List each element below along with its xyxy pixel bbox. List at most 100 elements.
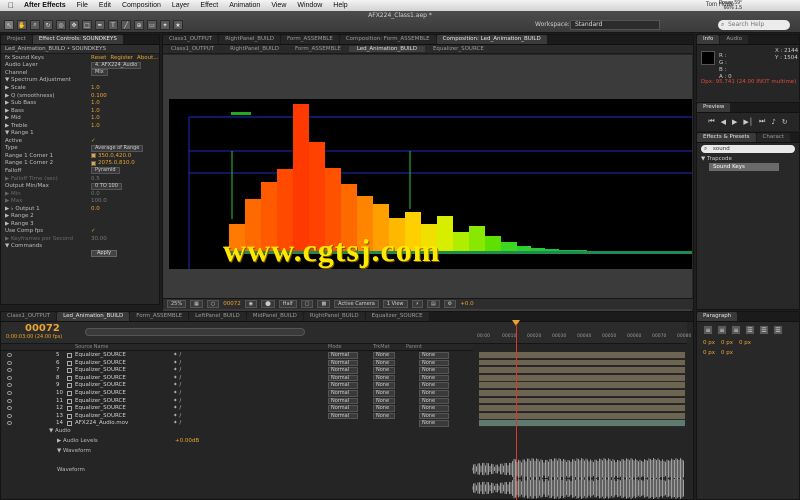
menu-effect[interactable]: Effect [200, 2, 218, 9]
channel-icon[interactable]: ⬤ [261, 300, 275, 308]
align-right-icon[interactable]: ≡ [731, 325, 741, 335]
layer-duration-bar[interactable] [479, 397, 685, 405]
layer-switches[interactable]: ✦ ∕ [173, 375, 181, 381]
menu-composition[interactable]: Composition [122, 2, 161, 9]
layer-parent-select[interactable]: None [419, 390, 449, 397]
effect-control-row[interactable]: fx Sound Keys Reset Register About... [5, 54, 159, 62]
menu-file[interactable]: File [77, 2, 88, 9]
justify-left-icon[interactable]: ☰ [745, 325, 755, 335]
visibility-eye-icon[interactable] [7, 383, 12, 388]
effect-control-select[interactable]: 0 TO 100 [91, 182, 122, 190]
effect-link[interactable]: Register [110, 55, 133, 61]
justify-all-icon[interactable]: ☰ [773, 325, 783, 335]
timeline-search-input[interactable] [85, 328, 305, 336]
tab-character[interactable]: Charact [756, 133, 791, 142]
effect-control-value[interactable]: 30.00 [91, 236, 107, 242]
timeline-layer-row[interactable]: 11 Equalizer_SOURCE ✦ ∕ Normal None None [1, 397, 473, 406]
layer-duration-bar[interactable] [479, 374, 685, 382]
effect-control-row[interactable]: Range 1 Corner 2 2075.0,810.0 [5, 160, 159, 168]
effect-control-row[interactable]: ▶ Range 2 [5, 212, 159, 220]
layer-parent-select[interactable]: None [419, 352, 449, 359]
align-left-icon[interactable]: ≡ [703, 325, 713, 335]
workspace-select[interactable]: Standard [570, 20, 660, 30]
layer-trkmat-select[interactable]: None [373, 412, 395, 420]
crumb-equalizer-source[interactable]: Equalizer_SOURCE [425, 46, 492, 52]
effect-control-value[interactable]: 1.0 [91, 123, 100, 129]
tab-comp-class1-output[interactable]: Class1_OUTPUT [163, 35, 219, 44]
zoom-select[interactable]: 25% [167, 300, 187, 308]
effect-control-row[interactable]: Range 1 Corner 1 350.0,420.0 [5, 152, 159, 160]
layer-name[interactable]: Equalizer_SOURCE [75, 390, 126, 396]
layer-duration-bar[interactable] [479, 367, 685, 374]
indent-first-value[interactable]: 0 px [739, 340, 751, 346]
resolution-select[interactable]: Half [278, 300, 297, 308]
layer-switches[interactable]: ✦ ∕ [173, 390, 181, 396]
layer-switches[interactable]: ✦ ∕ [173, 360, 181, 366]
layer-parent-select[interactable]: None [419, 420, 449, 427]
search-help-field[interactable]: ⌕ Search Help [718, 20, 790, 30]
layer-name[interactable]: Equalizer_SOURCE [75, 352, 126, 358]
effect-control-row[interactable]: Use Comp fps ✓ [5, 228, 159, 236]
tab-tl-form-assemble[interactable]: Form_ASSEMBLE [130, 312, 189, 321]
tab-comp-form[interactable]: Form_ASSEMBLE [280, 35, 339, 44]
checkbox[interactable]: ✓ [91, 138, 96, 144]
effect-control-row[interactable]: Active ✓ [5, 137, 159, 145]
tab-comp-rightpanel[interactable]: RightPanel_BUILD [219, 35, 280, 44]
visibility-eye-icon[interactable] [7, 406, 12, 411]
tab-tl-class1-output[interactable]: Class1_OUTPUT [1, 312, 57, 321]
timeline-layer-row[interactable]: 14 AFX224_Audio.mov ✦ ∕ None [1, 420, 473, 428]
layer-parent-select[interactable]: None [419, 405, 449, 412]
effect-control-value[interactable]: 0.0 [91, 191, 100, 197]
effect-control-select[interactable]: Average of Range [91, 144, 144, 152]
layer-mode-select[interactable]: Normal [328, 397, 358, 405]
tab-comp-form-assemble[interactable]: Composition: Form_ASSEMBLE [339, 35, 436, 44]
effect-control-select[interactable]: Mix [91, 69, 108, 77]
tab-tl-rightpanel[interactable]: RightPanel_BUILD [303, 312, 365, 321]
menu-animation[interactable]: Animation [229, 2, 260, 9]
menu-layer[interactable]: Layer [172, 2, 190, 9]
layer-duration-bar[interactable] [479, 412, 685, 420]
layer-switches[interactable]: ✦ ∕ [173, 405, 181, 411]
effect-control-value[interactable]: 100.0 [91, 198, 107, 204]
loop-icon[interactable]: ↻ [782, 118, 788, 126]
hand-tool-icon[interactable]: ✋ [17, 20, 27, 30]
layer-mode-select[interactable]: Normal [328, 359, 358, 367]
layer-switches[interactable]: ✦ ∕ [173, 352, 181, 358]
crumb-class1-output[interactable]: Class1_OUTPUT [163, 46, 222, 52]
layer-name[interactable]: Equalizer_SOURCE [75, 360, 126, 366]
layer-trkmat-select[interactable]: None [373, 367, 395, 374]
space-before-value[interactable]: 0 px [703, 350, 715, 356]
grid-toggle-icon[interactable]: ▦ [190, 300, 203, 308]
effect-control-row[interactable]: ▶ Treble 1.0 [5, 122, 159, 130]
effect-control-row[interactable]: ▶ Sub Bass 1.0 [5, 99, 159, 107]
col-mode[interactable]: Mode [328, 344, 342, 350]
mask-toggle-icon[interactable]: ○ [206, 300, 220, 308]
camera-select[interactable]: Active Camera [334, 300, 379, 308]
layer-parent-select[interactable]: None [419, 382, 449, 389]
layer-switches[interactable]: ✦ ∕ [173, 367, 181, 373]
justify-center-icon[interactable]: ☰ [759, 325, 769, 335]
tab-audio[interactable]: Audio [720, 35, 749, 44]
composition-timecode[interactable]: 00072 [223, 301, 241, 307]
audio-property-row[interactable]: ▶ Audio Levels +0.00dB [1, 438, 473, 446]
effect-link[interactable]: Reset [91, 55, 106, 61]
menu-edit[interactable]: Edit [99, 2, 111, 9]
effect-control-value[interactable]: 0.5 [91, 176, 100, 182]
visibility-eye-icon[interactable] [7, 421, 12, 426]
effect-control-row[interactable]: Audio Layer 4. AFX224_Audio [5, 61, 159, 70]
indent-left-value[interactable]: 0 px [703, 340, 715, 346]
tab-effect-controls[interactable]: Effect Controls: SOUNDKEYS [32, 35, 123, 44]
fast-preview-icon[interactable]: ⚡ [411, 300, 424, 308]
col-parent[interactable]: Parent [406, 344, 422, 350]
checkbox[interactable]: ✓ [91, 228, 96, 234]
rotate-tool-icon[interactable]: ↻ [43, 20, 53, 30]
effect-control-select[interactable]: Pyramid [91, 167, 120, 175]
effect-control-row[interactable]: ▼ Range 1 [5, 129, 159, 137]
effect-control-row[interactable]: ▶ Falloff Time (sec) 0.5 [5, 175, 159, 183]
last-frame-icon[interactable]: ⏭ [759, 117, 765, 126]
audio-levels-value[interactable]: +0.00dB [175, 438, 199, 444]
layer-trkmat-select[interactable]: None [373, 382, 395, 389]
col-source-name[interactable]: Source Name [75, 344, 109, 350]
effect-control-value[interactable]: 1.0 [91, 100, 100, 106]
layer-duration-bar[interactable] [479, 359, 685, 367]
